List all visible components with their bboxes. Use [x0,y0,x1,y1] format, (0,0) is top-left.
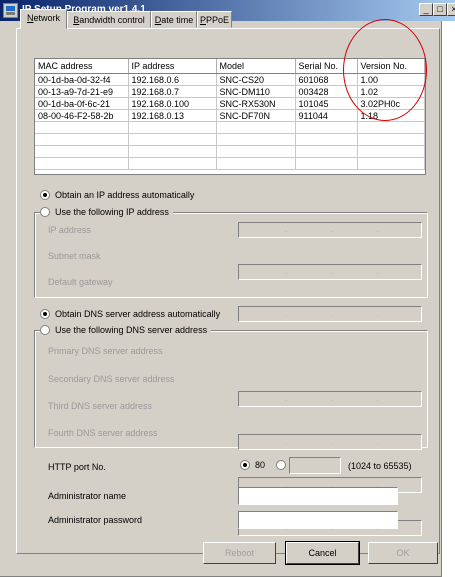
column-header-model[interactable]: Model [216,59,296,74]
radio-http-80-label: 80 [255,460,266,470]
tab-date-time[interactable]: Date time [151,11,197,28]
tab-bandwidth-control[interactable]: Bandwidth control [67,11,151,28]
table-row-empty [35,157,425,170]
subnet-mask-field: ... [238,264,422,280]
radio-dns-manual[interactable]: Use the following DNS server address [40,325,212,335]
maximize-button[interactable]: □ [433,3,447,16]
radio-icon [40,309,50,319]
primary-dns-field: ... [238,391,422,407]
cell-ip: 192.168.0.100 [128,97,217,110]
cell-mac: 00-1d-ba-0f-6c-21 [35,97,129,110]
secondary-dns-field: ... [238,434,422,450]
cancel-button[interactable]: Cancel [285,541,360,565]
minimize-button[interactable]: _ [419,3,433,16]
radio-icon [40,207,50,217]
app-icon [3,3,18,18]
table-header-row: MAC address IP address Model Serial No. … [35,59,425,74]
ip-address-field: ... [238,222,422,238]
radio-icon [40,325,50,335]
device-table[interactable]: MAC address IP address Model Serial No. … [34,58,426,175]
cell-serial: 101045 [295,97,358,110]
subnet-mask-label: Subnet mask [48,251,101,261]
fourth-dns-label: Fourth DNS server address [48,428,158,438]
table-row[interactable]: 00-1d-ba-0d-32-f4 192.168.0.6 SNC-CS20 6… [35,73,425,86]
table-row-empty [35,121,425,134]
http-port-range: (1024 to 65535) [348,461,412,471]
radio-dns-auto-label: Obtain DNS server address automatically [55,309,221,319]
cell-ip: 192.168.0.13 [128,109,217,122]
close-button[interactable]: × [447,3,455,16]
tab-pppoe[interactable]: PPPoE [197,11,232,28]
admin-password-input[interactable] [238,511,398,529]
cell-mac: 00-13-a9-7d-21-e9 [35,85,129,98]
cell-serial: 601068 [295,73,358,86]
cell-serial: 003428 [295,85,358,98]
radio-ip-auto-label: Obtain an IP address automatically [55,190,195,200]
cell-model: SNC-RX530N [216,97,296,110]
ip-address-label: IP address [48,225,91,235]
radio-icon [40,190,50,200]
radio-ip-manual[interactable]: Use the following IP address [40,207,173,217]
column-header-mac[interactable]: MAC address [35,59,129,74]
table-row[interactable]: 00-1d-ba-0f-6c-21 192.168.0.100 SNC-RX53… [35,97,425,110]
admin-password-label: Administrator password [48,515,143,525]
cell-model: SNC-CS20 [216,73,296,86]
cell-ip: 192.168.0.7 [128,85,217,98]
table-row-empty [35,133,425,146]
column-header-version[interactable]: Version No. [357,59,425,74]
ok-button[interactable]: OK [368,542,438,564]
primary-dns-label: Primary DNS server address [48,346,163,356]
cell-version: 1.18 [357,109,425,122]
default-gateway-field: ... [238,306,422,322]
cell-ip: 192.168.0.6 [128,73,217,86]
cell-model: SNC-DF70N [216,109,296,122]
tab-network[interactable]: Network [20,9,67,29]
reboot-button[interactable]: Reboot [203,542,276,564]
cell-version: 1.00 [357,73,425,86]
default-gateway-label: Default gateway [48,277,113,287]
table-row-empty [35,145,425,158]
radio-http-80[interactable]: 80 [240,460,269,470]
cell-version: 1.02 [357,85,425,98]
radio-icon [240,460,250,470]
radio-ip-manual-label: Use the following IP address [55,207,169,217]
radio-icon [276,460,286,470]
cell-mac: 00-1d-ba-0d-32-f4 [35,73,129,86]
column-header-serial[interactable]: Serial No. [295,59,358,74]
admin-name-input[interactable] [238,487,398,505]
column-header-ip[interactable]: IP address [128,59,217,74]
cell-version: 3.02PH0c [357,97,425,110]
table-row[interactable]: 08-00-46-F2-58-2b 192.168.0.13 SNC-DF70N… [35,109,425,122]
radio-ip-auto[interactable]: Obtain an IP address automatically [40,190,199,200]
cell-serial: 911044 [295,109,358,122]
table-row[interactable]: 00-13-a9-7d-21-e9 192.168.0.7 SNC-DM110 … [35,85,425,98]
cell-model: SNC-DM110 [216,85,296,98]
radio-dns-auto[interactable]: Obtain DNS server address automatically [40,309,225,319]
cell-mac: 08-00-46-F2-58-2b [35,109,129,122]
admin-name-label: Administrator name [48,491,127,501]
secondary-dns-label: Secondary DNS server address [48,374,175,384]
http-port-input[interactable] [289,457,341,474]
third-dns-label: Third DNS server address [48,401,153,411]
http-port-label: HTTP port No. [48,462,106,472]
radio-dns-manual-label: Use the following DNS server address [55,325,208,335]
